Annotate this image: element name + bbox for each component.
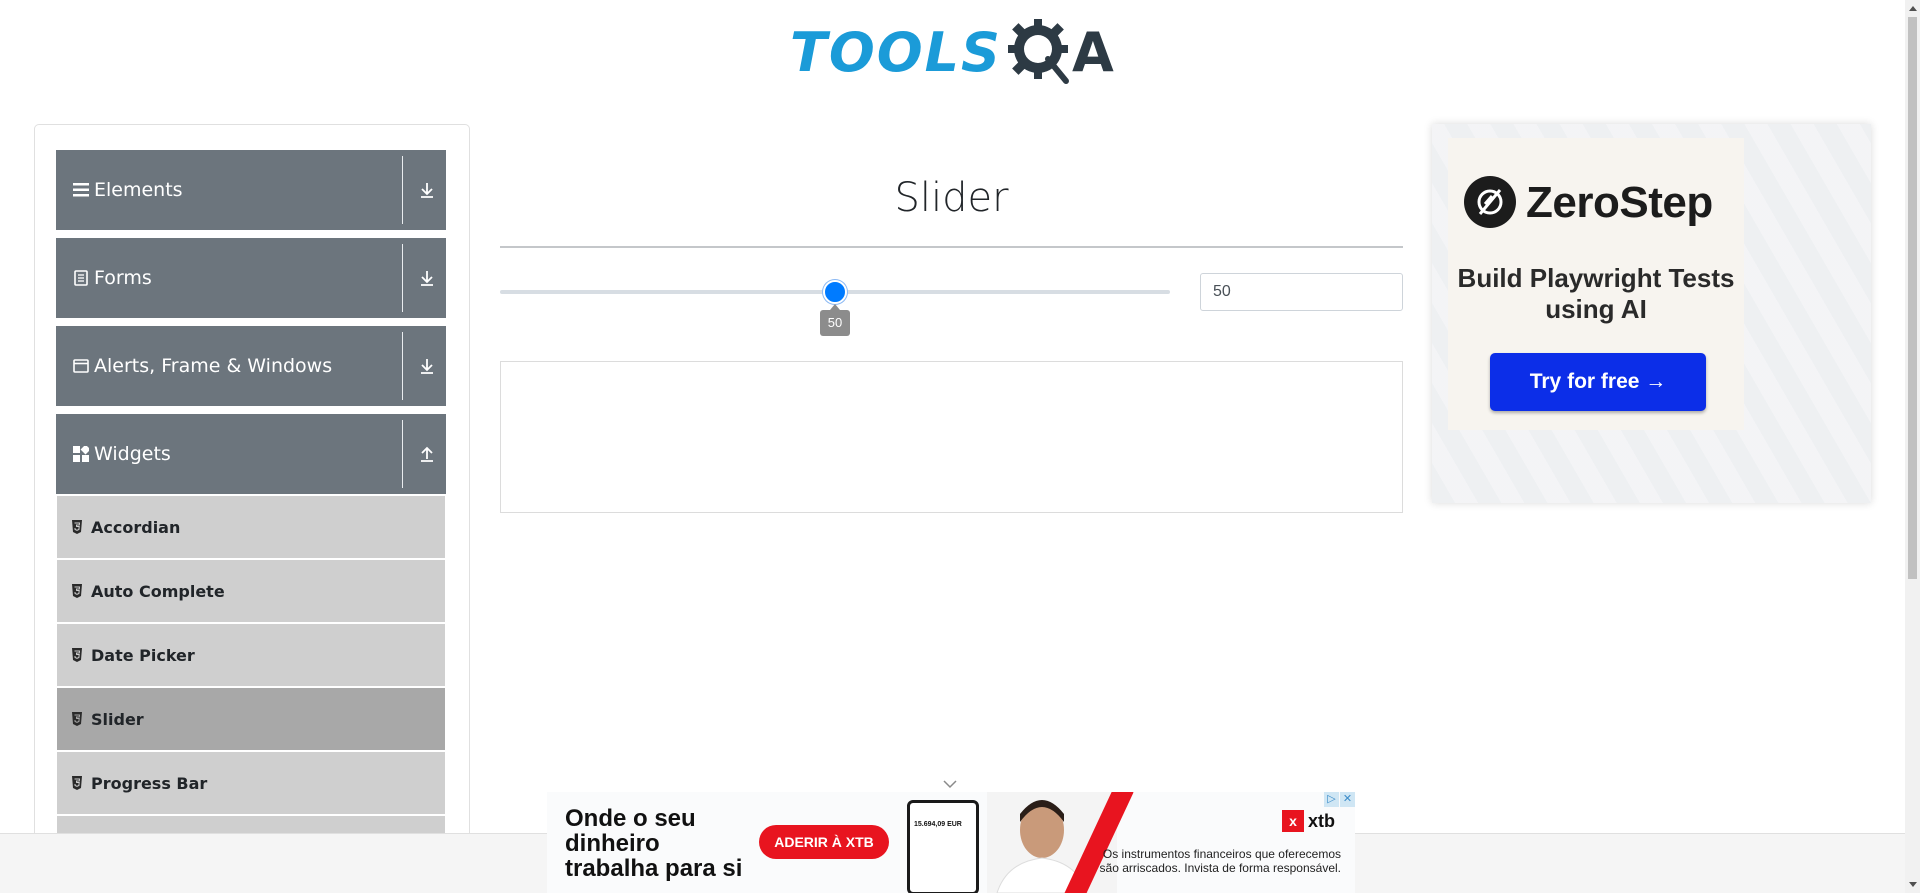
sidebar-item-label: Accordian [91,517,181,537]
document-icon [72,269,90,287]
sidebar-item-accordian[interactable]: Accordian [57,496,445,558]
ad-controls: ▷ ✕ [1323,792,1355,807]
group-label: Forms [94,267,152,289]
divider [402,332,403,400]
group-label: Widgets [94,443,171,465]
sidebar-item-label: Progress Bar [91,773,208,793]
html5-icon [72,712,82,726]
vertical-scrollbar[interactable] [1905,0,1920,893]
sidebar-item-auto-complete[interactable]: Auto Complete [57,560,445,622]
xtb-brand-text: xtb [1308,810,1335,831]
title-divider [500,246,1403,248]
html5-icon [72,520,82,534]
phone-amount: 15.694,09 EUR [914,821,962,828]
group-header-elements[interactable]: Elements [56,150,446,230]
scroll-down-arrow-icon[interactable] [1905,876,1920,893]
sidebar-item-progress-bar[interactable]: Progress Bar [57,752,445,814]
download-arrow-icon[interactable] [418,357,436,375]
gear-magnifier-icon [1007,19,1069,84]
join-xtb-button[interactable]: ADERIR À XTB [759,825,889,859]
ad-disclaimer-line: Os instrumentos financeiros que oferecem… [1102,847,1341,861]
try-for-free-button[interactable]: Try for free → [1490,353,1706,411]
slider-value-field[interactable]: 50 [1200,273,1403,311]
sidebar-item-label: Date Picker [91,645,195,665]
widgets-icon [72,445,90,463]
slider-thumb[interactable] [823,280,847,304]
group-header-forms[interactable]: Forms [56,238,446,318]
ad-headline-line: dinheiro [565,830,660,857]
header: TOOLS A [0,0,1905,95]
xtb-logo: x xtb [1282,810,1335,832]
logo-text-tools: TOOLS [790,20,1002,84]
sidebar: Elements Forms Alerts, Frame & Windows W… [34,124,470,893]
ad-headline-line: Onde o seu [565,805,696,832]
html5-icon [72,776,82,790]
ad-card: ZeroStep Build Playwright Tests using AI… [1448,138,1744,430]
list-icon [72,181,90,199]
group-header-widgets[interactable]: Widgets [56,414,446,494]
zerostep-tagline: Build Playwright Tests using AI [1457,263,1735,324]
group-label: Alerts, Frame & Windows [94,355,333,377]
zerostep-brand: ZeroStep [1526,178,1713,227]
page: TOOLS A Elements Forms Alerts, Frame & W… [0,0,1920,893]
ad-disclaimer-line: são arriscados. Invista de forma respons… [1099,861,1341,875]
sidebar-item-label: Auto Complete [91,581,225,601]
html5-icon [72,648,82,662]
sidebar-item-label: Slider [91,709,144,729]
download-arrow-icon[interactable] [418,269,436,287]
close-icon[interactable]: ✕ [1340,792,1355,807]
zerostep-ad[interactable]: ZeroStep Build Playwright Tests using AI… [1432,124,1871,503]
xtb-mark-icon: x [1282,810,1304,832]
sidebar-item-date-picker[interactable]: Date Picker [57,624,445,686]
logo-text-a: A [1071,20,1114,84]
phone-image: 15.694,09 EUR [907,800,979,893]
group-label: Elements [94,179,183,201]
sidebar-item-slider[interactable]: Slider [57,688,445,750]
download-arrow-icon[interactable] [418,181,436,199]
page-title: Slider [894,175,1009,221]
scroll-up-arrow-icon[interactable] [1905,0,1920,17]
ad-headline: Onde o seu dinheiro trabalha para si [565,806,742,881]
window-icon [72,357,90,375]
zerostep-logo-icon [1464,176,1516,228]
upload-arrow-icon[interactable] [418,445,436,463]
chevron-down-icon[interactable] [942,778,958,790]
toolsqa-logo[interactable]: TOOLS A [790,12,1114,92]
ad-headline-line: trabalha para si [565,855,743,882]
slider-tooltip: 50 [820,304,850,336]
scrollbar-thumb[interactable] [1908,17,1917,579]
ad-disclaimer: Os instrumentos financeiros que oferecem… [1081,847,1341,875]
group-header-alerts[interactable]: Alerts, Frame & Windows [56,326,446,406]
divider [402,420,403,488]
content-box [500,361,1403,513]
divider [402,244,403,312]
html5-icon [72,584,82,598]
xtb-ad-banner[interactable]: Onde o seu dinheiro trabalha para si ADE… [547,792,1355,893]
divider [402,156,403,224]
adchoices-icon[interactable]: ▷ [1324,792,1339,807]
